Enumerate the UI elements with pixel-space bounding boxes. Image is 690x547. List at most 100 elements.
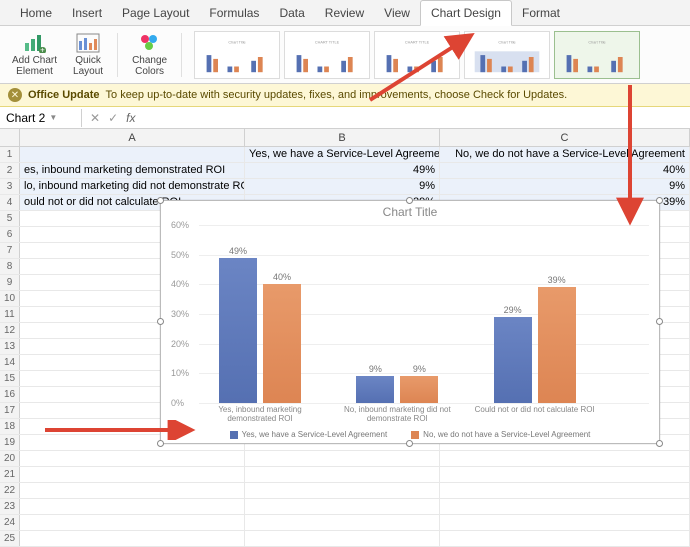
row-header[interactable]: 1 bbox=[0, 147, 20, 162]
chart-bar[interactable]: 39% bbox=[538, 287, 576, 403]
row-header[interactable]: 22 bbox=[0, 483, 20, 498]
row-header[interactable]: 16 bbox=[0, 387, 20, 402]
resize-handle[interactable] bbox=[157, 197, 164, 204]
row-header[interactable]: 24 bbox=[0, 515, 20, 530]
cell-A20[interactable] bbox=[20, 451, 245, 466]
chevron-down-icon[interactable]: ▼ bbox=[49, 113, 57, 122]
close-icon[interactable]: ✕ bbox=[8, 88, 22, 102]
col-header-a[interactable]: A bbox=[20, 129, 245, 146]
cell-C2[interactable]: 40% bbox=[440, 163, 690, 178]
col-header-c[interactable]: C bbox=[440, 129, 690, 146]
chart-style-thumb-4[interactable]: Chart Title bbox=[464, 31, 550, 79]
resize-handle[interactable] bbox=[656, 440, 663, 447]
cell-B1[interactable]: Yes, we have a Service-Level Agreement bbox=[245, 147, 440, 162]
row-header[interactable]: 18 bbox=[0, 419, 20, 434]
cell-A21[interactable] bbox=[20, 467, 245, 482]
tab-page-layout[interactable]: Page Layout bbox=[112, 1, 199, 25]
resize-handle[interactable] bbox=[157, 440, 164, 447]
ribbon-tabs: Home Insert Page Layout Formulas Data Re… bbox=[0, 0, 690, 26]
cell-C25[interactable] bbox=[440, 531, 690, 546]
cell-A24[interactable] bbox=[20, 515, 245, 530]
cell-B20[interactable] bbox=[245, 451, 440, 466]
cell-B21[interactable] bbox=[245, 467, 440, 482]
row-header[interactable]: 9 bbox=[0, 275, 20, 290]
cell-A23[interactable] bbox=[20, 499, 245, 514]
chart-bar[interactable]: 49% bbox=[219, 258, 257, 403]
row-header[interactable]: 20 bbox=[0, 451, 20, 466]
row-header[interactable]: 23 bbox=[0, 499, 20, 514]
chart-bar[interactable]: 9% bbox=[400, 376, 438, 403]
add-chart-element-button[interactable]: + Add Chart Element bbox=[6, 31, 63, 79]
cell-B3[interactable]: 9% bbox=[245, 179, 440, 194]
row-header[interactable]: 14 bbox=[0, 355, 20, 370]
tab-chart-design[interactable]: Chart Design bbox=[420, 0, 512, 26]
quick-layout-button[interactable]: Quick Layout bbox=[67, 31, 109, 79]
row-header[interactable]: 3 bbox=[0, 179, 20, 194]
row-header[interactable]: 2 bbox=[0, 163, 20, 178]
name-box[interactable]: Chart 2 ▼ bbox=[0, 109, 82, 127]
tab-home[interactable]: Home bbox=[10, 1, 62, 25]
row-header[interactable]: 17 bbox=[0, 403, 20, 418]
tab-view[interactable]: View bbox=[374, 1, 420, 25]
resize-handle[interactable] bbox=[157, 318, 164, 325]
resize-handle[interactable] bbox=[406, 440, 413, 447]
resize-handle[interactable] bbox=[406, 197, 413, 204]
tab-data[interactable]: Data bbox=[269, 1, 314, 25]
change-colors-button[interactable]: Change Colors bbox=[126, 31, 173, 79]
row-header[interactable]: 12 bbox=[0, 323, 20, 338]
y-tick-label: 20% bbox=[171, 339, 189, 349]
cell-C23[interactable] bbox=[440, 499, 690, 514]
select-all-corner[interactable] bbox=[0, 129, 20, 146]
row-header[interactable]: 10 bbox=[0, 291, 20, 306]
cell-C21[interactable] bbox=[440, 467, 690, 482]
chart-style-thumb-5[interactable]: Chart Title bbox=[554, 31, 640, 79]
cell-C1[interactable]: No, we do not have a Service-Level Agree… bbox=[440, 147, 690, 162]
cell-A22[interactable] bbox=[20, 483, 245, 498]
legend-item-2: No, we do not have a Service-Level Agree… bbox=[411, 430, 590, 439]
row-header[interactable]: 25 bbox=[0, 531, 20, 546]
resize-handle[interactable] bbox=[656, 197, 663, 204]
row-header[interactable]: 4 bbox=[0, 195, 20, 210]
tab-insert[interactable]: Insert bbox=[62, 1, 112, 25]
cell-B25[interactable] bbox=[245, 531, 440, 546]
row-header[interactable]: 5 bbox=[0, 211, 20, 226]
row-header[interactable]: 8 bbox=[0, 259, 20, 274]
cell-C20[interactable] bbox=[440, 451, 690, 466]
grid-row: 22 bbox=[0, 483, 690, 499]
cell-B23[interactable] bbox=[245, 499, 440, 514]
cell-B24[interactable] bbox=[245, 515, 440, 530]
row-header[interactable]: 15 bbox=[0, 371, 20, 386]
cell-B22[interactable] bbox=[245, 483, 440, 498]
cell-A2[interactable]: es, inbound marketing demonstrated ROI bbox=[20, 163, 245, 178]
cell-A25[interactable] bbox=[20, 531, 245, 546]
cell-C3[interactable]: 9% bbox=[440, 179, 690, 194]
tab-format[interactable]: Format bbox=[512, 1, 570, 25]
chart-style-thumb-3[interactable]: CHART TITLE bbox=[374, 31, 460, 79]
chart-style-thumb-2[interactable]: CHART TITLE bbox=[284, 31, 370, 79]
cell-C24[interactable] bbox=[440, 515, 690, 530]
accept-formula-icon[interactable]: ✓ bbox=[108, 111, 118, 125]
row-header[interactable]: 19 bbox=[0, 435, 20, 450]
row-header[interactable]: 21 bbox=[0, 467, 20, 482]
row-header[interactable]: 7 bbox=[0, 243, 20, 258]
cell-C22[interactable] bbox=[440, 483, 690, 498]
col-header-b[interactable]: B bbox=[245, 129, 440, 146]
tab-review[interactable]: Review bbox=[315, 1, 374, 25]
chart-plot-area[interactable]: 0%10%20%30%40%50%60%49%40%Yes, inbound m… bbox=[199, 225, 649, 403]
cell-A1[interactable] bbox=[20, 147, 245, 162]
chart-style-thumb-1[interactable]: Chart Title bbox=[194, 31, 280, 79]
row-header[interactable]: 6 bbox=[0, 227, 20, 242]
chart-bar[interactable]: 40% bbox=[263, 284, 301, 403]
resize-handle[interactable] bbox=[656, 318, 663, 325]
cell-A3[interactable]: lo, inbound marketing did not demonstrat… bbox=[20, 179, 245, 194]
row-header[interactable]: 11 bbox=[0, 307, 20, 322]
embedded-chart[interactable]: Chart Title 0%10%20%30%40%50%60%49%40%Ye… bbox=[160, 200, 660, 444]
cell-B2[interactable]: 49% bbox=[245, 163, 440, 178]
fx-icon[interactable]: fx bbox=[126, 111, 135, 125]
chart-bar[interactable]: 29% bbox=[494, 317, 532, 403]
tab-formulas[interactable]: Formulas bbox=[199, 1, 269, 25]
cancel-formula-icon[interactable]: ✕ bbox=[90, 111, 100, 125]
chart-legend[interactable]: Yes, we have a Service-Level Agreement N… bbox=[161, 430, 659, 439]
chart-bar[interactable]: 9% bbox=[356, 376, 394, 403]
row-header[interactable]: 13 bbox=[0, 339, 20, 354]
